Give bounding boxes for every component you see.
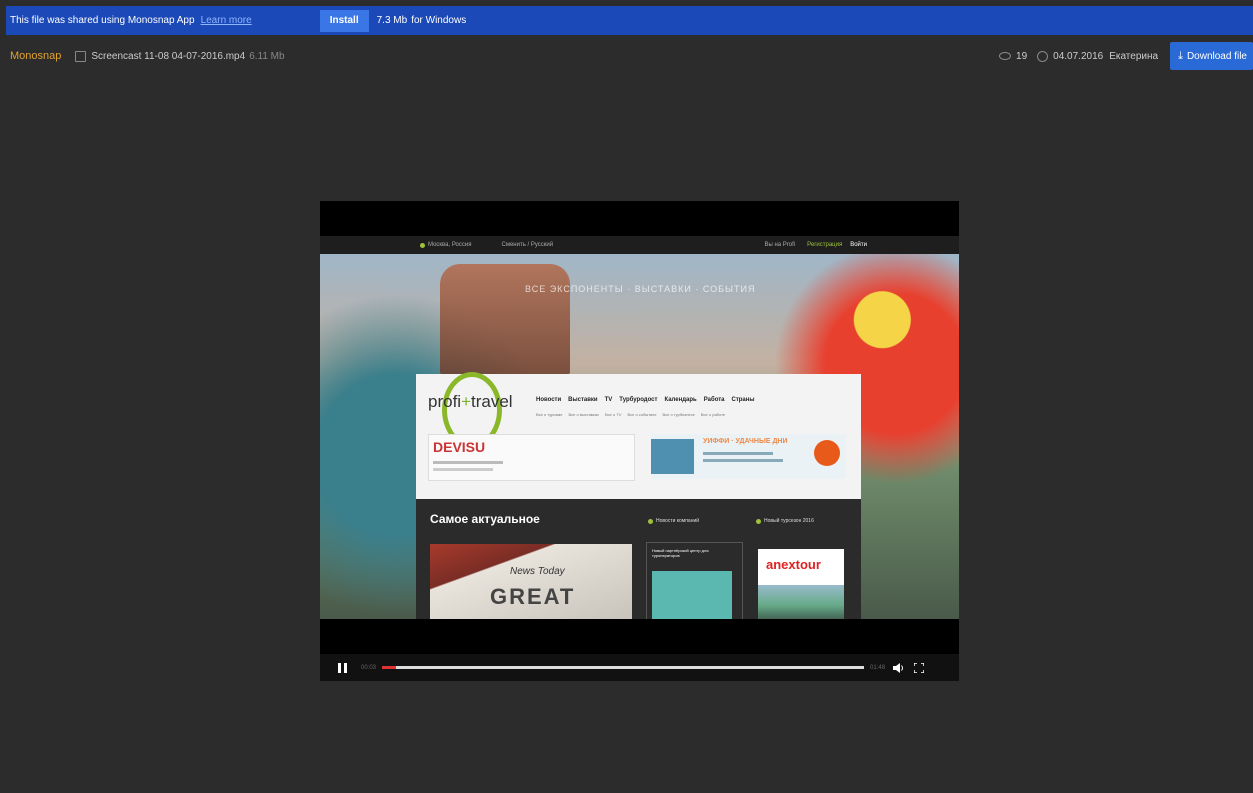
brand-logo[interactable]: Monosnap xyxy=(10,50,61,62)
elapsed-time: 00:03 xyxy=(361,664,377,671)
banner-message: This file was shared using Monosnap App xyxy=(10,15,195,26)
site-location: Москва, Россия xyxy=(420,242,472,248)
volume-icon[interactable] xyxy=(893,662,904,673)
seek-progress xyxy=(382,666,397,669)
anextour-logo: anextour xyxy=(766,557,821,572)
site-nav-item: TV xyxy=(604,397,613,403)
news-section-title: Самое актуальное xyxy=(430,512,540,526)
promo-ad: УИФФИ · УДАЧНЫЕ ДНИ xyxy=(651,434,846,479)
devisu-brand: DEVISU xyxy=(433,439,486,455)
site-nav-item: Работа xyxy=(703,397,725,403)
download-label: Download file xyxy=(1186,50,1247,62)
hero-tagline: ВСЕ ЭКСПОНЕНТЫ · ВЫСТАВКИ · СОБЫТИЯ xyxy=(525,284,756,294)
author-name: Екатерина xyxy=(1109,50,1159,62)
pin-icon xyxy=(756,518,761,524)
file-name: Screencast 11-08 04-07-2016.mp4 xyxy=(91,50,246,62)
pause-icon[interactable] xyxy=(338,662,347,673)
landscape-image xyxy=(758,585,844,619)
eye-icon xyxy=(999,52,1012,60)
site-subnav-item: Все о выставках xyxy=(568,412,599,417)
anextour-ad: anextour xyxy=(758,549,844,619)
installer-size: 7.3 Mb xyxy=(376,15,408,26)
site-nav: Новости Выставки TV Турбуродост Календар… xyxy=(536,397,755,403)
promo-headline: УИФФИ · УДАЧНЫЕ ДНИ xyxy=(703,438,788,445)
site-login: Войти xyxy=(850,242,867,248)
logo-right: travel xyxy=(471,392,513,411)
learn-more-link[interactable]: Learn more xyxy=(201,15,252,26)
pin-icon xyxy=(648,518,653,524)
site-nav-item: Турбуродост xyxy=(619,397,658,403)
installer-platform: for Windows xyxy=(411,15,467,26)
file-meta: 19 04.07.2016 Екатерина ⤓ Download file xyxy=(999,42,1253,70)
devisu-ad: DEVISU xyxy=(428,434,635,481)
site-language: Сменить / Русский xyxy=(501,242,554,248)
promo-thumbnail xyxy=(651,439,694,474)
news-panel: Самое актуальное News Today GREAT Новост… xyxy=(416,499,861,619)
site-subnav-item: Все о TV xyxy=(605,412,622,417)
video-player[interactable]: Москва, Россия Сменить / Русский Вы на P… xyxy=(320,201,959,681)
install-button[interactable]: Install xyxy=(319,9,369,32)
site-subnav-item: Все о туризме xyxy=(536,412,563,417)
site-hero-image: ВСЕ ЭКСПОНЕНТЫ · ВЫСТАВКИ · СОБЫТИЯ prof… xyxy=(320,254,959,619)
season-heading-text: Новый турсезон 2016 xyxy=(764,518,814,524)
site-header-card: profi+travel Новости Выставки TV Турбуро… xyxy=(416,372,861,499)
site-topbar: Москва, Россия Сменить / Русский Вы на P… xyxy=(320,236,959,254)
site-nav-item: Новости xyxy=(536,397,562,403)
company-news-card: Новый партнёрский центр для туроператоро… xyxy=(646,542,743,619)
company-news-heading: Новости компаний xyxy=(648,518,699,524)
site-nav-item: Выставки xyxy=(568,397,598,403)
site-subnav-item: Все о работе xyxy=(700,412,726,417)
view-count: 19 xyxy=(1016,50,1028,62)
site-subnav-item: Все о турбизнесе xyxy=(662,412,695,417)
ad-text-line xyxy=(433,461,503,464)
news-image: News Today GREAT xyxy=(430,544,632,619)
clock-icon xyxy=(1037,50,1049,62)
ad-text-line xyxy=(703,452,773,455)
site-location-text: Москва, Россия xyxy=(428,242,472,248)
download-icon: ⤓ xyxy=(1178,49,1183,62)
location-pin-icon xyxy=(420,242,425,248)
site-register: Регистрация xyxy=(807,242,843,248)
newspaper-headline: GREAT xyxy=(490,584,576,609)
site-nav-item: Страны xyxy=(731,397,755,403)
file-icon xyxy=(75,50,87,62)
profi-travel-logo: profi+travel xyxy=(428,392,513,412)
ad-text-line xyxy=(433,468,493,471)
player-controls: 00:03 01:48 xyxy=(320,654,959,681)
site-subnav: Все о туризме Все о выставках Все о TV В… xyxy=(536,412,725,417)
season-heading: Новый турсезон 2016 xyxy=(756,518,814,524)
upload-date: 04.07.2016 xyxy=(1053,50,1104,62)
video-frame[interactable]: Москва, Россия Сменить / Русский Вы на P… xyxy=(320,236,959,619)
site-nav-item: Календарь xyxy=(664,397,697,403)
total-duration: 01:48 xyxy=(870,664,886,671)
church-image xyxy=(440,264,570,374)
company-news-card-text: Новый партнёрский центр для туроператоро… xyxy=(652,548,709,558)
seek-bar[interactable] xyxy=(382,666,865,669)
logo-left: profi xyxy=(428,392,462,411)
ad-text-line xyxy=(703,459,783,462)
download-button[interactable]: ⤓ Download file xyxy=(1170,42,1253,70)
fullscreen-icon[interactable] xyxy=(914,662,925,673)
logo-plus: + xyxy=(461,392,472,411)
company-news-thumbnail xyxy=(652,571,732,619)
site-subscribe: Вы на Profi xyxy=(764,242,796,248)
site-subnav-item: Все о событиях xyxy=(627,412,657,417)
file-header: Monosnap Screencast 11-08 04-07-2016.mp4… xyxy=(6,36,1253,76)
company-news-heading-text: Новости компаний xyxy=(656,518,700,524)
newspaper-name: News Today xyxy=(510,566,565,577)
install-banner: This file was shared using Monosnap App … xyxy=(6,6,1253,35)
promo-badge-icon xyxy=(814,440,840,466)
file-size: 6.11 Mb xyxy=(249,50,285,62)
